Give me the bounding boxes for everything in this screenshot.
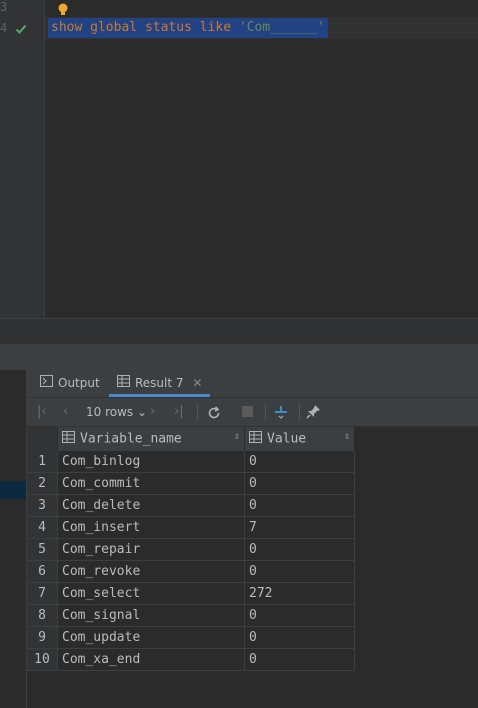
cell-value[interactable]: 272 bbox=[244, 582, 355, 605]
row-number: 5 bbox=[27, 538, 58, 561]
toolbar-separator bbox=[299, 404, 300, 420]
sql-statement[interactable]: show global status like 'Com______' bbox=[48, 18, 328, 38]
services-tree-strip bbox=[0, 370, 27, 708]
cell-value[interactable]: 0 bbox=[244, 626, 355, 649]
results-toolbar: |‹ ‹ 10 rows ⌄ › ›| bbox=[27, 398, 478, 427]
cell-value[interactable]: 0 bbox=[244, 451, 355, 473]
sql-keyword: global bbox=[90, 20, 138, 35]
table-row[interactable]: 6 Com_revoke 0 bbox=[27, 560, 355, 583]
cell-value[interactable]: 0 bbox=[244, 560, 355, 583]
rows-label: 10 rows bbox=[86, 405, 134, 419]
cell-variable-name[interactable]: Com_delete bbox=[57, 494, 245, 517]
sql-string: 'Com______' bbox=[238, 20, 325, 35]
tab-label: Result 7 bbox=[135, 376, 184, 390]
table-row[interactable]: 4 Com_insert 7 bbox=[27, 516, 355, 539]
column-header-variable-name[interactable]: Variable_name ⇕ bbox=[57, 427, 245, 451]
refresh-icon[interactable] bbox=[207, 405, 221, 424]
grid-header-row: Variable_name ⇕ Value ⇕ bbox=[27, 427, 355, 451]
table-icon bbox=[117, 370, 130, 397]
row-number: 1 bbox=[27, 451, 58, 473]
result-grid: Variable_name ⇕ Value ⇕ 1 Com_binlog 0 2 Com_… bbox=[27, 427, 478, 708]
row-number: 4 bbox=[27, 516, 58, 539]
row-number: 9 bbox=[27, 626, 58, 649]
row-number: 2 bbox=[27, 472, 58, 495]
last-page-icon[interactable]: ›| bbox=[174, 398, 184, 426]
column-label: Variable_name bbox=[80, 431, 182, 447]
next-page-icon[interactable]: › bbox=[150, 398, 155, 426]
row-number-header bbox=[27, 427, 58, 451]
compare-icon[interactable] bbox=[273, 404, 289, 424]
cell-variable-name[interactable]: Com_commit bbox=[57, 472, 245, 495]
editor-gutter: 3 4 bbox=[0, 0, 45, 318]
cell-variable-name[interactable]: Com_xa_end bbox=[57, 648, 245, 671]
tab-output[interactable]: Output bbox=[40, 370, 100, 397]
services-tree-selected-item[interactable] bbox=[0, 481, 26, 499]
console-output-icon bbox=[40, 370, 53, 397]
line-number: 3 bbox=[0, 0, 8, 14]
row-number: 6 bbox=[27, 560, 58, 583]
check-icon bbox=[15, 20, 27, 39]
sql-editor[interactable] bbox=[0, 0, 478, 318]
table-row[interactable]: 1 Com_binlog 0 bbox=[27, 451, 355, 473]
cell-variable-name[interactable]: Com_select bbox=[57, 582, 245, 605]
table-row[interactable]: 2 Com_commit 0 bbox=[27, 472, 355, 495]
cell-variable-name[interactable]: Com_revoke bbox=[57, 560, 245, 583]
row-number: 3 bbox=[27, 494, 58, 517]
cell-variable-name[interactable]: Com_binlog bbox=[57, 451, 245, 473]
table-row[interactable]: 5 Com_repair 0 bbox=[27, 538, 355, 561]
row-number: 7 bbox=[27, 582, 58, 605]
toolbar-separator bbox=[265, 404, 266, 420]
sort-icon[interactable]: ⇕ bbox=[344, 431, 350, 442]
tab-label: Output bbox=[58, 376, 100, 390]
pin-icon[interactable] bbox=[306, 404, 321, 423]
table-row[interactable]: 9 Com_update 0 bbox=[27, 626, 355, 649]
services-header-bar bbox=[0, 344, 478, 370]
row-number: 8 bbox=[27, 604, 58, 627]
column-icon bbox=[249, 431, 262, 447]
cell-value[interactable]: 0 bbox=[244, 494, 355, 517]
column-label: Value bbox=[267, 431, 307, 447]
previous-page-icon[interactable]: ‹ bbox=[63, 398, 68, 426]
cell-value[interactable]: 7 bbox=[244, 516, 355, 539]
cell-value[interactable]: 0 bbox=[244, 472, 355, 495]
column-icon bbox=[62, 431, 75, 447]
tab-result[interactable]: Result 7 ✕ bbox=[109, 370, 211, 397]
close-icon[interactable]: ✕ bbox=[192, 376, 202, 390]
row-number: 10 bbox=[27, 648, 58, 671]
table-row[interactable]: 3 Com_delete 0 bbox=[27, 494, 355, 517]
cell-value[interactable]: 0 bbox=[244, 648, 355, 671]
rows-selector[interactable]: 10 rows ⌄ bbox=[86, 398, 147, 426]
cell-variable-name[interactable]: Com_insert bbox=[57, 516, 245, 539]
sql-keyword: like bbox=[199, 20, 232, 35]
line-number: 4 bbox=[0, 21, 8, 35]
cell-variable-name[interactable]: Com_signal bbox=[57, 604, 245, 627]
sort-icon[interactable]: ⇕ bbox=[234, 431, 240, 442]
sql-keyword: status bbox=[144, 20, 192, 35]
stop-icon[interactable] bbox=[242, 406, 253, 417]
table-row[interactable]: 7 Com_select 272 bbox=[27, 582, 355, 605]
cell-value[interactable]: 0 bbox=[244, 604, 355, 627]
table-row[interactable]: 8 Com_signal 0 bbox=[27, 604, 355, 627]
table-row[interactable]: 10 Com_xa_end 0 bbox=[27, 648, 355, 671]
cell-variable-name[interactable]: Com_update bbox=[57, 626, 245, 649]
first-page-icon[interactable]: |‹ bbox=[37, 398, 47, 426]
sql-keyword: show bbox=[51, 20, 83, 35]
panel-divider[interactable] bbox=[0, 318, 478, 345]
cell-value[interactable]: 0 bbox=[244, 538, 355, 561]
toolbar-separator bbox=[197, 404, 198, 420]
cell-variable-name[interactable]: Com_repair bbox=[57, 538, 245, 561]
results-tab-bar: Output Result 7 ✕ bbox=[27, 370, 478, 398]
chevron-down-icon: ⌄ bbox=[137, 405, 148, 419]
column-header-value[interactable]: Value ⇕ bbox=[244, 427, 355, 451]
